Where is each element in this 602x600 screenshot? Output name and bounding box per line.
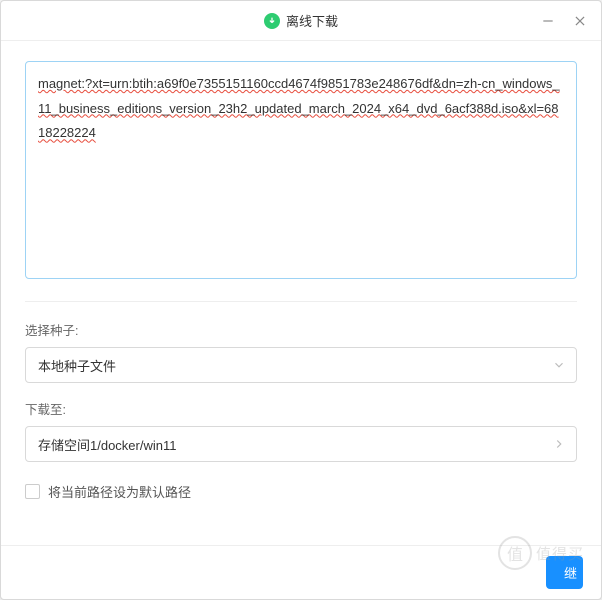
default-path-label: 将当前路径设为默认路径: [48, 482, 191, 501]
title-center: 离线下载: [1, 11, 601, 30]
destination-label: 下载至:: [25, 399, 577, 418]
destination-value: 存储空间1/docker/win11: [38, 435, 176, 454]
chevron-right-icon: [552, 437, 566, 451]
default-path-checkbox[interactable]: [25, 484, 40, 499]
destination-selector[interactable]: 存储空间1/docker/win11: [25, 426, 577, 462]
seed-value: 本地种子文件: [38, 356, 116, 375]
seed-selector[interactable]: 本地种子文件: [25, 347, 577, 383]
magnet-url-input[interactable]: [25, 61, 577, 279]
download-icon: [264, 13, 280, 29]
dialog-footer: 继: [1, 545, 601, 599]
minimize-button[interactable]: [539, 12, 557, 30]
dialog-body: 选择种子: 本地种子文件 下载至: 存储空间1/docker/win11 将当前…: [1, 41, 601, 545]
dialog-title: 离线下载: [286, 11, 338, 30]
chevron-down-icon: [552, 358, 566, 372]
window-controls: [539, 12, 589, 30]
divider: [25, 301, 577, 302]
submit-button[interactable]: 继: [546, 556, 583, 589]
seed-label: 选择种子:: [25, 320, 577, 339]
offline-download-dialog: 离线下载 选择种子: 本地种子文件 下载至: 存储空间1/docker/win1…: [0, 0, 602, 600]
titlebar: 离线下载: [1, 1, 601, 41]
default-path-row: 将当前路径设为默认路径: [25, 482, 577, 501]
close-button[interactable]: [571, 12, 589, 30]
